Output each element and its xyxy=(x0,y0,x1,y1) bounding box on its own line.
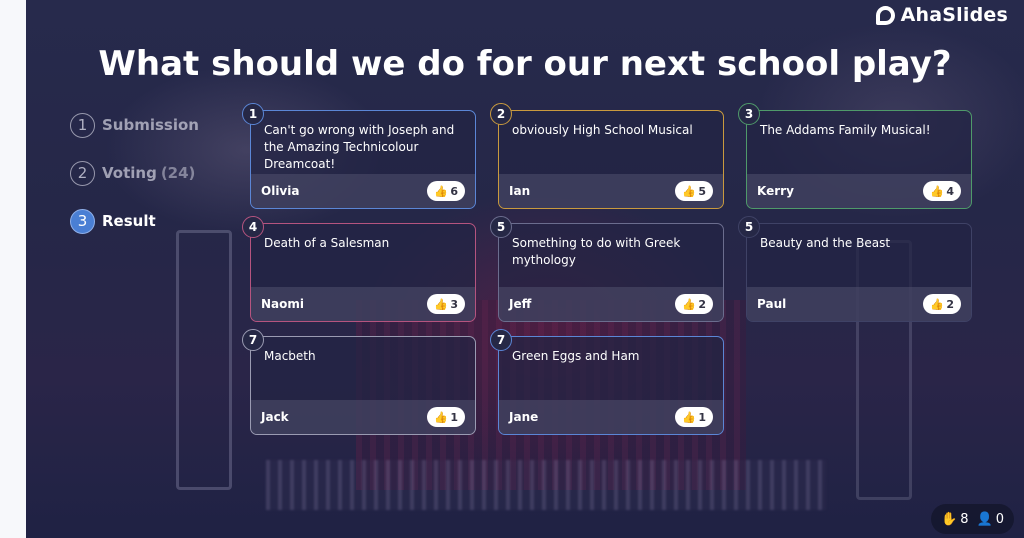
reactions-value: 8 xyxy=(960,511,969,527)
idea-card[interactable]: Beauty and the Beast Paul 👍 2 5 xyxy=(738,216,972,322)
idea-footer: Jack 👍 1 xyxy=(251,400,475,434)
participants-value: 0 xyxy=(995,511,1004,527)
thumbs-up-icon: 👍 xyxy=(930,184,945,198)
vote-count: 4 xyxy=(946,184,954,198)
presentation-slide: AhaSlides What should we do for our next… xyxy=(26,0,1024,538)
brand-logo: AhaSlides xyxy=(875,4,1008,26)
rank-badge: 3 xyxy=(738,103,760,125)
idea-footer: Kerry 👍 4 xyxy=(747,174,971,208)
vote-button[interactable]: 👍 4 xyxy=(923,181,961,201)
raised-hand-icon: ✋ xyxy=(941,511,958,527)
idea-text: The Addams Family Musical! xyxy=(760,123,931,137)
thumbs-up-icon: 👍 xyxy=(682,184,697,198)
question-title: What should we do for our next school pl… xyxy=(98,44,952,84)
rank-badge: 5 xyxy=(738,216,760,238)
idea-footer: Jeff 👍 2 xyxy=(499,287,723,321)
idea-author: Kerry xyxy=(757,184,794,198)
vote-button[interactable]: 👍 6 xyxy=(427,181,465,201)
idea-author: Jeff xyxy=(509,297,532,311)
idea-footer: Olivia 👍 6 xyxy=(251,174,475,208)
idea-text: Something to do with Greek mythology xyxy=(512,236,681,267)
vote-count: 1 xyxy=(450,410,458,424)
idea-card[interactable]: Macbeth Jack 👍 1 7 xyxy=(242,329,476,435)
step-result[interactable]: 3 Result xyxy=(70,208,203,234)
vote-count: 2 xyxy=(946,297,954,311)
idea-footer: Paul 👍 2 xyxy=(747,287,971,321)
vote-button[interactable]: 👍 3 xyxy=(427,294,465,314)
step-voting[interactable]: 2 Voting (24) xyxy=(70,160,203,186)
participants-count: 👤 0 xyxy=(977,512,1004,527)
idea-card[interactable]: obviously High School Musical Ian 👍 5 2 xyxy=(490,103,724,209)
vote-count: 1 xyxy=(698,410,706,424)
idea-card[interactable]: The Addams Family Musical! Kerry 👍 4 3 xyxy=(738,103,972,209)
vote-button[interactable]: 👍 5 xyxy=(675,181,713,201)
rank-badge: 7 xyxy=(242,329,264,351)
rank-badge: 4 xyxy=(242,216,264,238)
thumbs-up-icon: 👍 xyxy=(930,297,945,311)
step-number: 1 xyxy=(70,112,95,138)
idea-author: Olivia xyxy=(261,184,300,198)
brand-name: AhaSlides xyxy=(900,4,1008,26)
thumbs-up-icon: 👍 xyxy=(434,184,449,198)
audience-status-bar: ✋ 8 👤 0 xyxy=(931,504,1014,534)
idea-author: Jack xyxy=(261,410,289,424)
idea-footer: Naomi 👍 3 xyxy=(251,287,475,321)
step-number: 3 xyxy=(70,208,95,234)
step-submission[interactable]: 1 Submission xyxy=(70,112,203,138)
idea-text: Can't go wrong with Joseph and the Amazi… xyxy=(264,123,455,171)
left-margin xyxy=(0,0,26,538)
rank-badge: 2 xyxy=(490,103,512,125)
thumbs-up-icon: 👍 xyxy=(434,297,449,311)
thumbs-up-icon: 👍 xyxy=(682,410,697,424)
step-list: 1 Submission 2 Voting (24) 3 Result xyxy=(70,112,203,256)
rank-badge: 5 xyxy=(490,216,512,238)
vote-button[interactable]: 👍 1 xyxy=(675,407,713,427)
step-vote-count: (24) xyxy=(160,164,196,182)
idea-text: obviously High School Musical xyxy=(512,123,693,137)
idea-text: Beauty and the Beast xyxy=(760,236,891,250)
idea-text: Green Eggs and Ham xyxy=(512,349,640,363)
idea-text: Death of a Salesman xyxy=(264,236,390,250)
step-number: 2 xyxy=(70,160,95,186)
reactions-count: ✋ 8 xyxy=(941,512,968,527)
vote-count: 3 xyxy=(450,297,458,311)
person-icon: 👤 xyxy=(976,511,993,527)
vote-count: 6 xyxy=(450,184,458,198)
idea-author: Naomi xyxy=(261,297,305,311)
step-label: Voting xyxy=(102,164,157,182)
ahaslides-logo-icon xyxy=(875,5,895,25)
background-pillar xyxy=(176,230,232,490)
rank-badge: 7 xyxy=(490,329,512,351)
idea-card[interactable]: Something to do with Greek mythology Jef… xyxy=(490,216,724,322)
vote-button[interactable]: 👍 2 xyxy=(675,294,713,314)
rank-badge: 1 xyxy=(242,103,264,125)
vote-count: 2 xyxy=(698,297,706,311)
thumbs-up-icon: 👍 xyxy=(434,410,449,424)
idea-author: Ian xyxy=(509,184,531,198)
vote-count: 5 xyxy=(698,184,706,198)
step-label: Submission xyxy=(102,116,199,134)
idea-author: Jane xyxy=(509,410,539,424)
idea-text: Macbeth xyxy=(264,349,316,363)
idea-card[interactable]: Death of a Salesman Naomi 👍 3 4 xyxy=(242,216,476,322)
vote-button[interactable]: 👍 1 xyxy=(427,407,465,427)
step-label: Result xyxy=(102,212,156,230)
idea-author: Paul xyxy=(757,297,787,311)
idea-footer: Ian 👍 5 xyxy=(499,174,723,208)
vote-button[interactable]: 👍 2 xyxy=(923,294,961,314)
thumbs-up-icon: 👍 xyxy=(682,297,697,311)
idea-card[interactable]: Can't go wrong with Joseph and the Amazi… xyxy=(242,103,476,209)
background-audience xyxy=(266,460,826,510)
idea-footer: Jane 👍 1 xyxy=(499,400,723,434)
idea-card[interactable]: Green Eggs and Ham Jane 👍 1 7 xyxy=(490,329,724,435)
